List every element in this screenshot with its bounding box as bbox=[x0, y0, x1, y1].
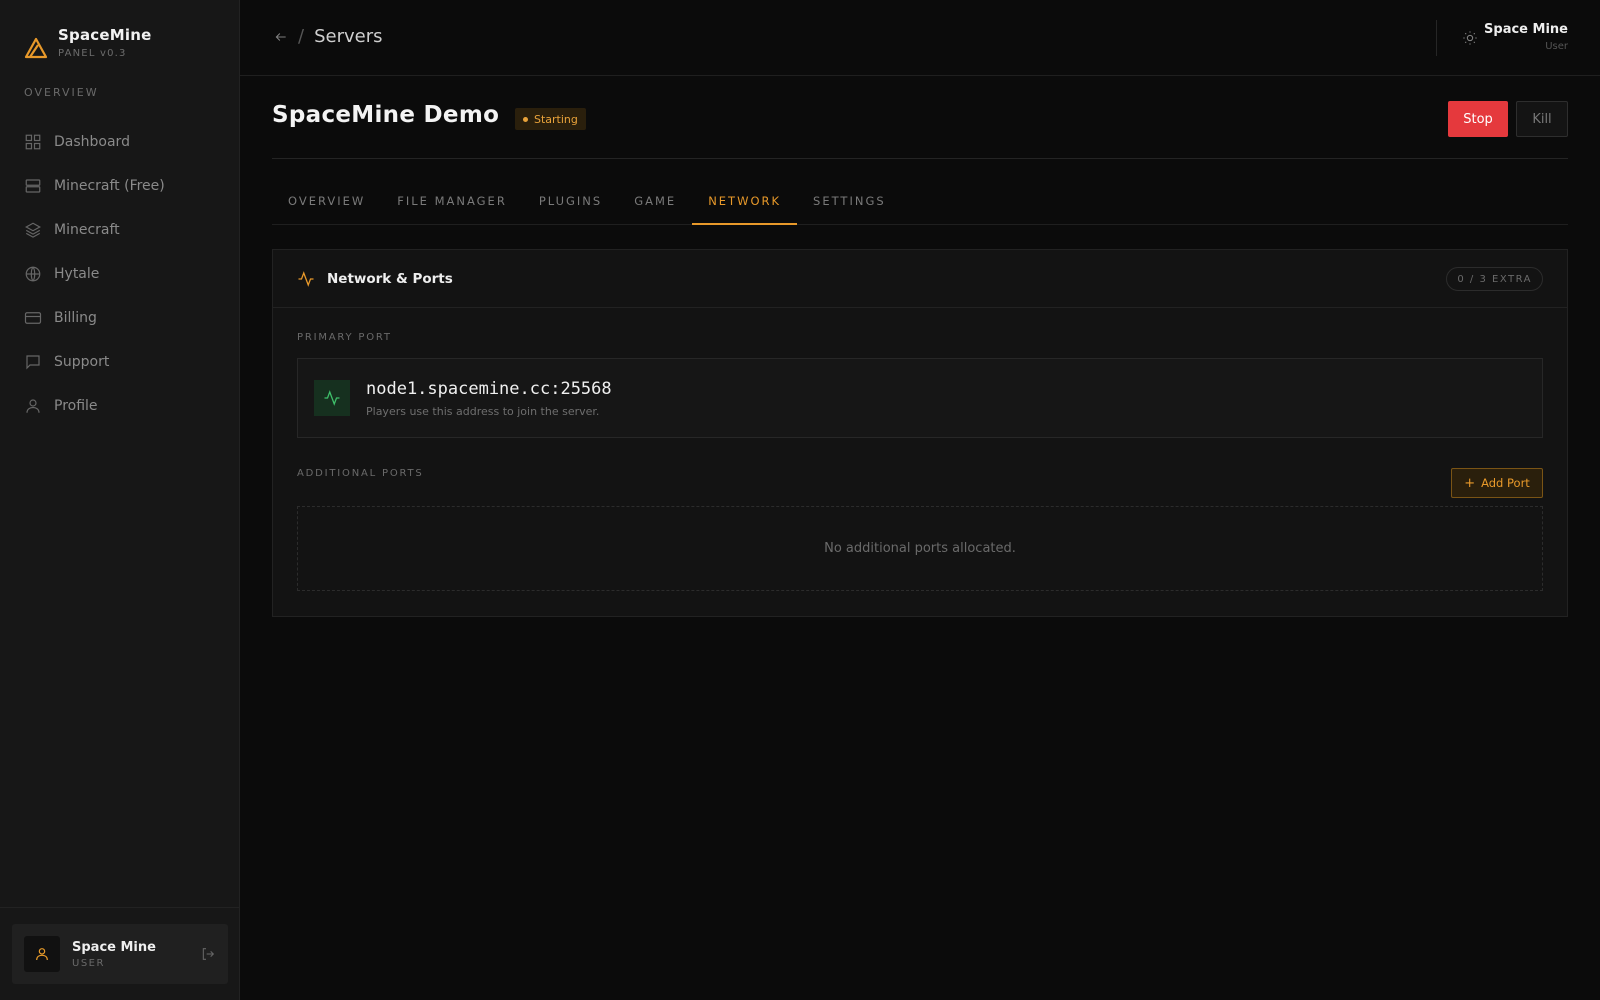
avatar[interactable] bbox=[24, 936, 60, 972]
sidebar-section-label: OVERVIEW bbox=[24, 86, 99, 99]
additional-ports-label: ADDITIONAL PORTS bbox=[297, 468, 424, 479]
sidebar-item-label: Minecraft (Free) bbox=[54, 178, 165, 194]
sidebar-item-hytale[interactable]: Hytale bbox=[24, 252, 224, 296]
activity-icon bbox=[298, 270, 314, 287]
credit-card-icon bbox=[24, 312, 42, 324]
breadcrumb: / Servers bbox=[274, 26, 382, 47]
sun-icon[interactable] bbox=[1462, 30, 1478, 46]
add-port-button[interactable]: + Add Port bbox=[1451, 468, 1543, 498]
server-tabs: OVERVIEW FILE MANAGER PLUGINS GAME NETWO… bbox=[272, 159, 1568, 225]
sidebar-item-label: Billing bbox=[54, 310, 97, 326]
top-bar: / Servers Space Mine User bbox=[240, 0, 1600, 76]
breadcrumb-separator: / bbox=[298, 26, 305, 47]
sidebar-item-label: Support bbox=[54, 354, 110, 370]
plus-icon: + bbox=[1464, 475, 1476, 491]
sidebar-item-profile[interactable]: Profile bbox=[24, 384, 224, 428]
sidebar-item-support[interactable]: Support bbox=[24, 340, 224, 384]
header-user-role: User bbox=[1545, 41, 1568, 52]
activity-icon bbox=[324, 390, 340, 406]
primary-port-hint: Players use this address to join the ser… bbox=[366, 404, 600, 418]
tab-game[interactable]: GAME bbox=[618, 178, 692, 224]
sidebar-item-label: Dashboard bbox=[54, 134, 130, 150]
sidebar: SpaceMine PANEL v0.3 OVERVIEW Dashboard … bbox=[0, 0, 240, 1000]
header-divider bbox=[1436, 20, 1437, 56]
brand-version: PANEL v0.3 bbox=[58, 48, 127, 59]
add-port-label: Add Port bbox=[1481, 476, 1530, 490]
primary-port-card: node1.spacemine.cc:25568 Players use thi… bbox=[297, 358, 1543, 438]
tab-file-manager[interactable]: FILE MANAGER bbox=[381, 178, 523, 224]
tab-plugins[interactable]: PLUGINS bbox=[523, 178, 618, 224]
server-icon bbox=[25, 179, 41, 193]
sidebar-divider bbox=[0, 907, 240, 908]
breadcrumb-current: Servers bbox=[314, 26, 383, 47]
header-user-name: Space Mine bbox=[1484, 22, 1568, 37]
status-text: Starting bbox=[534, 112, 578, 126]
kill-button[interactable]: Kill bbox=[1516, 101, 1568, 137]
status-dot-icon bbox=[523, 116, 528, 122]
logout-icon[interactable] bbox=[200, 946, 216, 962]
tab-overview[interactable]: OVERVIEW bbox=[272, 178, 381, 224]
arrow-left-icon[interactable] bbox=[274, 30, 288, 44]
tab-network[interactable]: NETWORK bbox=[692, 178, 797, 225]
tab-settings[interactable]: SETTINGS bbox=[797, 178, 902, 224]
spacemine-logo-icon bbox=[24, 37, 48, 59]
sidebar-user-card: Space Mine USER bbox=[12, 924, 228, 984]
main-content: SpaceMine Demo Starting Stop Kill OVERVI… bbox=[272, 76, 1568, 617]
message-icon bbox=[26, 355, 40, 370]
network-panel-title: Network & Ports bbox=[327, 270, 453, 287]
stop-button[interactable]: Stop bbox=[1448, 101, 1508, 137]
sidebar-item-minecraft[interactable]: Minecraft bbox=[24, 208, 224, 252]
extra-ports-badge: 0 / 3 EXTRA bbox=[1446, 267, 1543, 291]
sidebar-item-minecraft-free[interactable]: Minecraft (Free) bbox=[24, 164, 224, 208]
page-title: SpaceMine Demo bbox=[272, 102, 500, 128]
user-icon bbox=[36, 948, 48, 961]
brand-name: SpaceMine bbox=[58, 26, 152, 44]
additional-ports-empty: No additional ports allocated. bbox=[297, 506, 1543, 591]
sidebar-item-dashboard[interactable]: Dashboard bbox=[24, 120, 224, 164]
sidebar-user-role: USER bbox=[72, 957, 105, 969]
sidebar-item-label: Minecraft bbox=[54, 222, 120, 238]
user-icon bbox=[26, 399, 40, 413]
sidebar-item-billing[interactable]: Billing bbox=[24, 296, 224, 340]
primary-port-label: PRIMARY PORT bbox=[297, 332, 392, 343]
primary-port-icon-box bbox=[314, 380, 350, 416]
sidebar-nav: Dashboard Minecraft (Free) Minecraft Hyt… bbox=[24, 120, 224, 428]
sidebar-item-label: Hytale bbox=[54, 266, 100, 282]
grid-icon bbox=[25, 134, 41, 150]
empty-state-text: No additional ports allocated. bbox=[824, 541, 1016, 556]
layers-icon bbox=[25, 222, 41, 238]
sidebar-item-label: Profile bbox=[54, 398, 98, 414]
sidebar-user-name: Space Mine bbox=[72, 939, 156, 955]
server-header: SpaceMine Demo Starting Stop Kill bbox=[272, 76, 1568, 159]
brand[interactable]: SpaceMine PANEL v0.3 bbox=[24, 26, 151, 60]
network-panel-header: Network & Ports 0 / 3 EXTRA bbox=[273, 250, 1567, 308]
primary-port-address[interactable]: node1.spacemine.cc:25568 bbox=[366, 379, 612, 399]
globe-icon bbox=[25, 266, 41, 282]
header-user[interactable]: Space Mine User bbox=[1484, 22, 1568, 52]
status-badge: Starting bbox=[515, 108, 586, 130]
network-panel: Network & Ports 0 / 3 EXTRA PRIMARY PORT… bbox=[272, 249, 1568, 617]
